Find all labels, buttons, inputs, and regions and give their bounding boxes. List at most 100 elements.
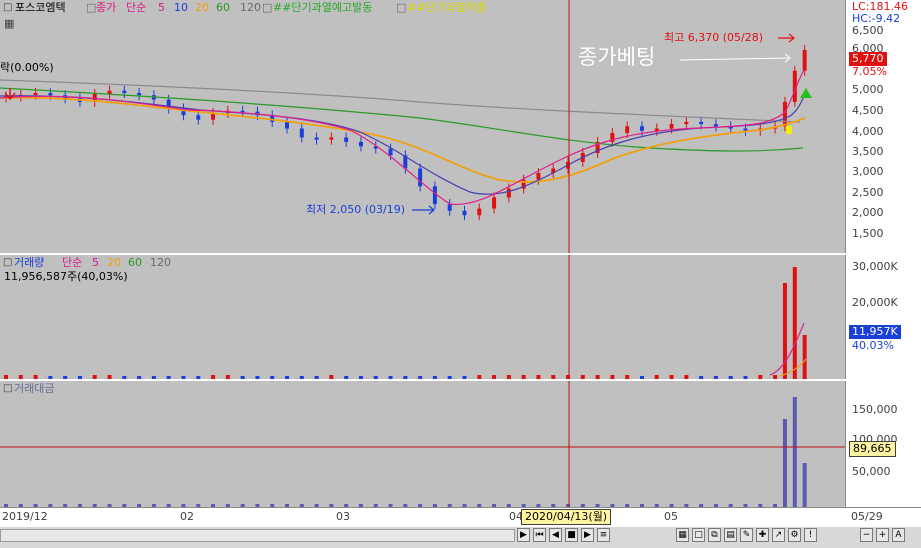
x-label-end: 05/29 bbox=[851, 510, 883, 523]
vol-tick-20000k: 20,000K bbox=[852, 296, 898, 309]
zoom-in-icon[interactable]: + bbox=[876, 528, 889, 542]
tick-1500: 1,500 bbox=[852, 227, 884, 240]
candle bbox=[285, 121, 290, 129]
volume-bars bbox=[4, 267, 807, 379]
x-label-03: 03 bbox=[336, 510, 350, 523]
tick-2500: 2,500 bbox=[852, 186, 884, 199]
tick-2000: 2,000 bbox=[852, 206, 884, 219]
draw-icon[interactable]: ⧉ bbox=[708, 528, 721, 542]
amount-bar bbox=[782, 419, 787, 507]
scroll-right-icon[interactable]: ▶ bbox=[517, 528, 530, 542]
alert-icon[interactable]: ! bbox=[804, 528, 817, 542]
candle bbox=[358, 141, 363, 147]
indicator-icon[interactable]: ▤ bbox=[724, 528, 737, 542]
candle bbox=[684, 121, 689, 125]
prev-icon[interactable]: ◀ bbox=[549, 528, 562, 542]
candle bbox=[432, 186, 437, 205]
amount-bar bbox=[802, 463, 807, 507]
ma5-line bbox=[0, 69, 805, 206]
amt-current-box: 89,665 bbox=[849, 441, 896, 457]
tick-4500: 4,500 bbox=[852, 104, 884, 117]
candle bbox=[743, 128, 748, 131]
signal-bar bbox=[786, 126, 792, 134]
tick-3500: 3,500 bbox=[852, 145, 884, 158]
amount-bars bbox=[4, 397, 807, 507]
low-arrow bbox=[412, 205, 435, 215]
signal-up-arrow bbox=[800, 88, 812, 98]
tick-4000: 4,000 bbox=[852, 125, 884, 138]
candle bbox=[314, 137, 319, 140]
amount-axis: 150,000 100,000 89,665 50,000 bbox=[845, 381, 921, 507]
volume-svg bbox=[4, 255, 807, 379]
volume-panel[interactable]: □ 거래량 단순 5 20 60 120 11,956,587주(40,03%) bbox=[0, 255, 845, 379]
candle bbox=[639, 126, 644, 131]
candle bbox=[329, 137, 334, 140]
price-chart-panel[interactable]: □ 포스코엠텍 □ 종가 단순 5 10 20 60 120 □ ##단기과열예… bbox=[0, 0, 845, 253]
annotation-arrow bbox=[679, 53, 791, 63]
candle bbox=[447, 204, 452, 211]
x-label-2019-12: 2019/12 bbox=[2, 510, 48, 523]
amount-panel[interactable]: □ 거래대금 bbox=[0, 381, 845, 507]
candle bbox=[654, 128, 659, 131]
layout-icon[interactable]: □ bbox=[692, 528, 705, 542]
tick-6500: 6,500 bbox=[852, 24, 884, 37]
candle bbox=[388, 148, 393, 156]
ma20-line bbox=[0, 96, 806, 183]
candle bbox=[462, 210, 467, 216]
amt-tick-50000: 50,000 bbox=[852, 465, 891, 478]
high-arrow bbox=[778, 33, 795, 43]
amount-svg bbox=[0, 381, 845, 507]
candle bbox=[299, 128, 304, 138]
tick-3000: 3,000 bbox=[852, 165, 884, 178]
vol-current-pct: 40.03% bbox=[852, 339, 894, 352]
price-chart-svg bbox=[0, 0, 812, 253]
play-icon[interactable]: ▶ bbox=[581, 528, 594, 542]
ma10-line bbox=[0, 95, 805, 195]
candle bbox=[107, 90, 112, 94]
vol-tick-30000k: 30,000K bbox=[852, 260, 898, 273]
x-axis: 2019/12 02 03 04 2020/04/13(월) 05 05/29 bbox=[0, 507, 921, 528]
candle bbox=[782, 101, 787, 127]
cursor-date: 2020/04/13(월) bbox=[521, 509, 612, 525]
candle bbox=[48, 93, 53, 96]
amount-bar bbox=[792, 397, 797, 507]
x-label-05: 05 bbox=[664, 510, 678, 523]
tools-icon[interactable]: ✎ bbox=[740, 528, 753, 542]
candle bbox=[669, 124, 674, 129]
candle bbox=[506, 188, 511, 198]
candle bbox=[625, 126, 630, 133]
amt-tick-150000: 150,000 bbox=[852, 403, 898, 416]
volume-bar bbox=[802, 335, 807, 379]
candles bbox=[4, 44, 807, 221]
zoom-out-icon[interactable]: − bbox=[860, 528, 873, 542]
volume-ma-line bbox=[769, 322, 805, 376]
candle bbox=[492, 197, 497, 209]
grid-icon[interactable]: ▦ bbox=[676, 528, 689, 542]
settings-icon[interactable]: ⚙ bbox=[788, 528, 801, 542]
trend-icon[interactable]: ↗ bbox=[772, 528, 785, 542]
crosshair-icon[interactable]: ✚ bbox=[756, 528, 769, 542]
candle bbox=[122, 90, 127, 93]
candle bbox=[477, 208, 482, 216]
lines-icon[interactable]: ≡ bbox=[597, 528, 610, 542]
tick-5000: 5,000 bbox=[852, 83, 884, 96]
x-label-02: 02 bbox=[180, 510, 194, 523]
current-price-box: 5,770 bbox=[849, 52, 887, 66]
candle bbox=[699, 121, 704, 125]
candle bbox=[802, 49, 807, 71]
current-pct: 7.05% bbox=[852, 65, 887, 78]
candle bbox=[196, 115, 201, 120]
font-icon[interactable]: A bbox=[892, 528, 905, 542]
candle bbox=[33, 93, 38, 95]
candle bbox=[536, 173, 541, 180]
stop-icon[interactable]: ■ bbox=[565, 528, 578, 542]
first-icon[interactable]: ⏮ bbox=[533, 528, 546, 542]
candle bbox=[713, 124, 718, 127]
candle bbox=[137, 93, 142, 96]
candle bbox=[344, 137, 349, 142]
volume-axis: 30,000K 20,000K 11,957K 40.03% bbox=[845, 255, 921, 379]
candle bbox=[418, 168, 423, 187]
volume-bar bbox=[792, 267, 797, 379]
scrollbar[interactable] bbox=[0, 529, 515, 542]
price-axis: LC:181.46 HC:-9.42 6,500 6,000 5,770 7.0… bbox=[845, 0, 921, 253]
